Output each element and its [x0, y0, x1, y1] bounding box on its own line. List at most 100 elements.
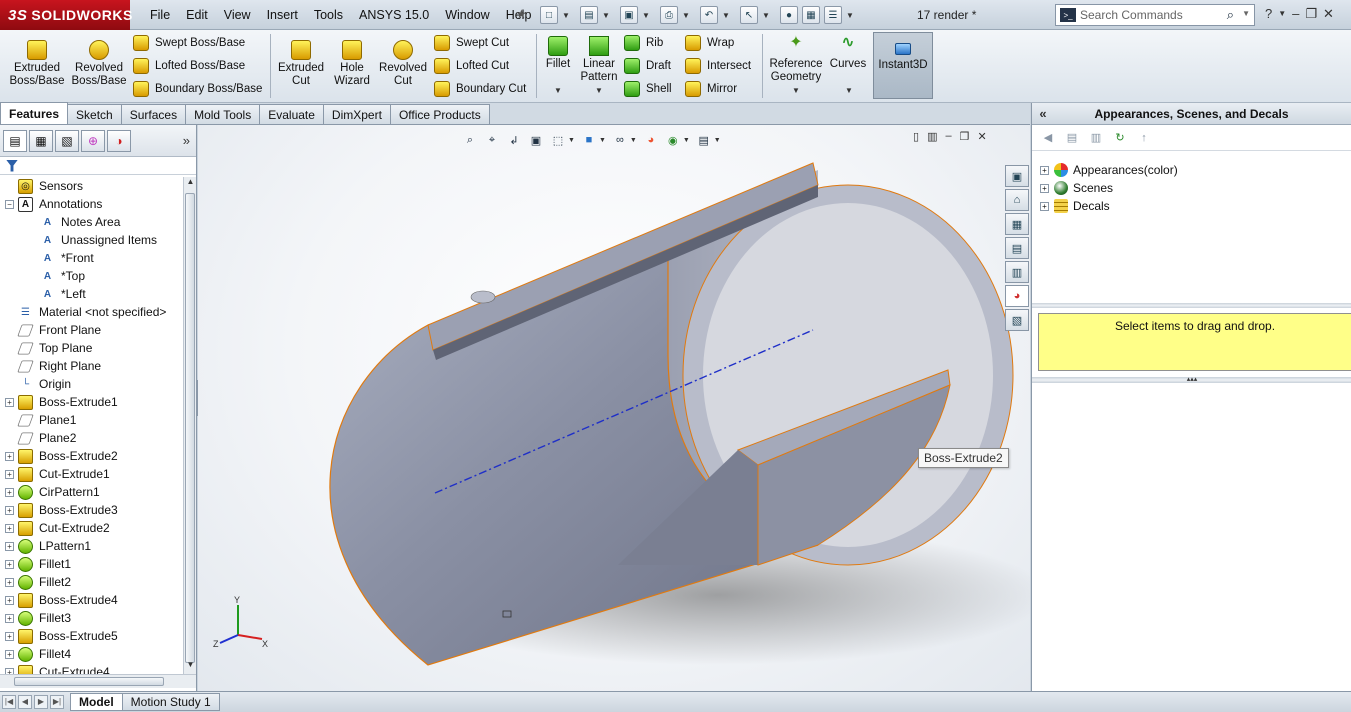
- view-palette-icon[interactable]: ▥: [1005, 261, 1029, 283]
- up-level-icon[interactable]: ↑: [1136, 130, 1152, 146]
- rib-button[interactable]: Rib: [624, 33, 663, 53]
- tree-item[interactable]: Top Plane: [0, 339, 183, 357]
- pattern-dropdown-icon[interactable]: ▼: [595, 86, 603, 95]
- prev-tab-icon[interactable]: ◀: [18, 695, 32, 709]
- print-dropdown-icon[interactable]: ▼: [682, 11, 690, 20]
- tree-item[interactable]: Right Plane: [0, 357, 183, 375]
- scroll-up-icon[interactable]: ▲: [184, 177, 197, 191]
- reference-geometry-dropdown-icon[interactable]: ▼: [792, 86, 800, 95]
- 3d-part-model[interactable]: [198, 125, 1030, 691]
- help-dropdown-icon[interactable]: ▼: [1278, 6, 1286, 22]
- instant3d-button[interactable]: Instant3D: [873, 32, 933, 99]
- tree-item[interactable]: + LPattern1: [0, 537, 183, 555]
- tree-item[interactable]: + Fillet1: [0, 555, 183, 573]
- property-manager-icon[interactable]: ▦: [29, 129, 53, 152]
- save-dropdown-icon[interactable]: ▼: [642, 11, 650, 20]
- menu-edit[interactable]: Edit: [178, 8, 216, 22]
- home-icon[interactable]: ⌂: [1005, 189, 1029, 211]
- curves-dropdown-icon[interactable]: ▼: [845, 86, 853, 95]
- menu-view[interactable]: View: [216, 8, 259, 22]
- curves-button[interactable]: ∿ Curves: [828, 35, 868, 71]
- dimxpert-manager-icon[interactable]: ⊕: [81, 129, 105, 152]
- search-dropdown-icon[interactable]: ▼: [1242, 9, 1250, 18]
- design-library-icon[interactable]: ▦: [1005, 213, 1029, 235]
- appearances-scenes-icon[interactable]: ◕: [1005, 285, 1029, 307]
- next-tab-icon[interactable]: ▶: [34, 695, 48, 709]
- pin-icon[interactable]: ★: [516, 7, 530, 21]
- menu-window[interactable]: Window: [437, 8, 497, 22]
- boundary-boss-button[interactable]: Boundary Boss/Base: [133, 79, 262, 99]
- tree-item[interactable]: ◎ Sensors: [0, 177, 183, 195]
- tree-item[interactable]: A *Front: [0, 249, 183, 267]
- tree-item[interactable]: + CirPattern1: [0, 483, 183, 501]
- tab-mold-tools[interactable]: Mold Tools: [185, 104, 261, 124]
- tree-item[interactable]: + Boss-Extrude4: [0, 591, 183, 609]
- pane-splitter[interactable]: [1032, 303, 1351, 308]
- expand-icon[interactable]: +: [5, 649, 14, 659]
- rebuild-traffic-light-icon[interactable]: ●: [780, 6, 798, 24]
- last-tab-icon[interactable]: ▶|: [50, 695, 64, 709]
- lofted-cut-button[interactable]: Lofted Cut: [434, 56, 509, 76]
- tree-item[interactable]: + Boss-Extrude1: [0, 393, 183, 411]
- extruded-boss-button[interactable]: Extruded Boss/Base: [8, 40, 66, 88]
- lofted-boss-button[interactable]: Lofted Boss/Base: [133, 56, 245, 76]
- expand-icon[interactable]: +: [5, 577, 14, 587]
- tree-item[interactable]: + Boss-Extrude2: [0, 447, 183, 465]
- tree-item[interactable]: ☰ Material <not specified>: [0, 303, 183, 321]
- expand-icon[interactable]: +: [5, 595, 14, 605]
- tree-item[interactable]: Front Plane: [0, 321, 183, 339]
- tab-surfaces[interactable]: Surfaces: [120, 104, 187, 124]
- tab-motion-study-1[interactable]: Motion Study 1: [121, 693, 220, 711]
- tab-sketch[interactable]: Sketch: [67, 104, 122, 124]
- undo-dropdown-icon[interactable]: ▼: [722, 11, 730, 20]
- configuration-manager-icon[interactable]: ▧: [55, 129, 79, 152]
- refresh-icon[interactable]: ↻: [1112, 130, 1128, 146]
- filter-icon[interactable]: [6, 159, 18, 172]
- tree-item[interactable]: Plane2: [0, 429, 183, 447]
- back-icon[interactable]: ◀: [1040, 130, 1056, 146]
- tree-item[interactable]: + Fillet2: [0, 573, 183, 591]
- expand-icon[interactable]: +: [1040, 201, 1049, 211]
- reference-geometry-button[interactable]: ✦ Reference Geometry: [766, 35, 826, 84]
- hole-wizard-button[interactable]: Hole Wizard: [328, 40, 376, 88]
- draft-button[interactable]: Draft: [624, 56, 671, 76]
- expand-icon[interactable]: +: [1040, 165, 1049, 175]
- solidworks-resources-icon[interactable]: ▣: [1005, 165, 1029, 187]
- tree-item[interactable]: + Cut-Extrude1: [0, 465, 183, 483]
- tree-item[interactable]: + Fillet3: [0, 609, 183, 627]
- search-input[interactable]: Search Commands: [1080, 8, 1183, 22]
- tab-model[interactable]: Model: [70, 693, 123, 711]
- add-folder-icon[interactable]: ▤: [1064, 130, 1080, 146]
- tree-item[interactable]: Plane1: [0, 411, 183, 429]
- tree-item-decals[interactable]: + Decals: [1032, 197, 1351, 215]
- restore-icon[interactable]: ❐: [1305, 6, 1317, 22]
- tree-item[interactable]: A *Top: [0, 267, 183, 285]
- scroll-down-icon[interactable]: ▼: [184, 660, 197, 674]
- solidworks-logo[interactable]: 3S SOLIDWORKS: [0, 0, 132, 30]
- file-properties-icon[interactable]: ▦: [802, 6, 820, 24]
- tree-horizontal-scrollbar[interactable]: [0, 674, 196, 688]
- tree-item[interactable]: A Unassigned Items: [0, 231, 183, 249]
- tree-item[interactable]: + Cut-Extrude4: [0, 663, 183, 674]
- pane-splitter-lower[interactable]: ▴▴▴: [1032, 376, 1351, 383]
- tree-item[interactable]: − A Annotations: [0, 195, 183, 213]
- open-folder-icon[interactable]: ▤: [580, 6, 598, 24]
- tree-item-appearances[interactable]: + Appearances(color): [1032, 161, 1351, 179]
- more-tabs-icon[interactable]: »: [183, 133, 190, 148]
- scroll-thumb[interactable]: [185, 193, 195, 663]
- fillet-button[interactable]: Fillet: [540, 36, 576, 71]
- print-icon[interactable]: ⎙: [660, 6, 678, 24]
- expand-icon[interactable]: +: [1040, 183, 1049, 193]
- file-explorer-icon[interactable]: ▤: [1005, 237, 1029, 259]
- tree-item[interactable]: + Boss-Extrude3: [0, 501, 183, 519]
- new-dropdown-icon[interactable]: ▼: [562, 11, 570, 20]
- menu-insert[interactable]: Insert: [259, 8, 306, 22]
- options-dropdown-icon[interactable]: ▼: [846, 11, 854, 20]
- swept-boss-button[interactable]: Swept Boss/Base: [133, 33, 245, 53]
- tab-features[interactable]: Features: [0, 102, 69, 124]
- tree-item[interactable]: + Cut-Extrude2: [0, 519, 183, 537]
- expand-icon[interactable]: +: [5, 613, 14, 623]
- tree-item[interactable]: └ Origin: [0, 375, 183, 393]
- hscroll-thumb[interactable]: [14, 677, 164, 686]
- select-arrow-icon[interactable]: ↖: [740, 6, 758, 24]
